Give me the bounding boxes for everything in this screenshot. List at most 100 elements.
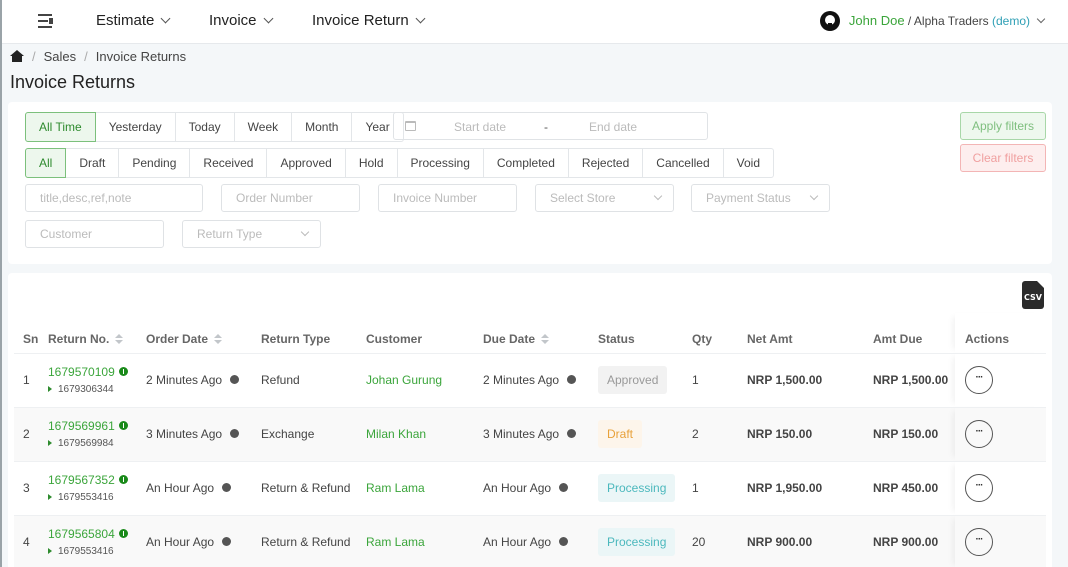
sort-icon[interactable]	[541, 333, 550, 344]
more-actions-button[interactable]: ···	[965, 528, 993, 557]
cell-amt-due: NRP 1,500.00	[873, 352, 955, 407]
info-icon[interactable]	[567, 375, 577, 384]
store-select[interactable]: Select Store	[535, 184, 674, 212]
status-draft[interactable]: Draft	[66, 148, 120, 178]
nav-estimate[interactable]: Estimate	[96, 12, 171, 29]
breadcrumb-separator: /	[84, 49, 88, 64]
status-badge: Processing	[598, 528, 676, 557]
nav-invoice[interactable]: Invoice	[209, 12, 273, 29]
date-range-picker[interactable]: Start date - End date	[393, 112, 708, 140]
status-approved[interactable]: Approved	[267, 148, 346, 178]
info-icon[interactable]	[118, 475, 128, 484]
returns-table-panel: CSV Sn Return No. Order Date Return Type…	[8, 273, 1052, 567]
status-void[interactable]: Void	[723, 148, 775, 178]
customer-link[interactable]: Milan Khan	[366, 427, 426, 441]
status-badge: Processing	[598, 474, 676, 502]
cell-order-date: An Hour Ago	[146, 514, 261, 567]
apply-filters-button[interactable]: Apply filters	[960, 112, 1046, 140]
start-date-input[interactable]: Start date	[454, 120, 506, 134]
status-hold[interactable]: Hold	[345, 148, 398, 178]
payment-status-select[interactable]: Payment Status	[691, 184, 830, 212]
table-row: 3 1679567352 1679553416 An Hour Ago Retu…	[14, 460, 1046, 515]
info-icon[interactable]	[230, 375, 240, 384]
home-icon[interactable]	[10, 50, 24, 62]
cell-return-no: 1679567352 1679553416	[48, 460, 146, 515]
col-qty: Qty	[692, 331, 713, 346]
cell-return-no: 1679565804 1679553416	[48, 514, 146, 567]
more-actions-button[interactable]: ···	[965, 474, 993, 502]
search-input[interactable]: title,desc,ref,note	[25, 184, 203, 212]
cell-return-no: 1679570109 1679306344	[48, 352, 146, 407]
col-return-no[interactable]: Return No.	[48, 313, 146, 353]
info-icon[interactable]	[118, 367, 128, 376]
csv-export-icon[interactable]: CSV	[1022, 281, 1044, 309]
status-received[interactable]: Received	[190, 148, 268, 178]
customer-link[interactable]: Ram Lama	[366, 535, 425, 549]
cell-status: Approved	[598, 352, 692, 407]
time-yesterday[interactable]: Yesterday	[95, 112, 176, 142]
due-date-text: 2 Minutes Ago	[483, 373, 560, 387]
info-icon[interactable]	[118, 529, 128, 539]
more-actions-button[interactable]: ···	[965, 366, 993, 394]
cell-net-amt: NRP 1,950.00	[747, 460, 873, 515]
status-all[interactable]: All	[25, 148, 67, 178]
customer-input[interactable]: Customer	[25, 220, 164, 248]
customer-link[interactable]: Johan Gurung	[366, 373, 442, 387]
sort-icon[interactable]	[115, 333, 124, 344]
cell-sn: 1	[14, 352, 48, 407]
col-due-date[interactable]: Due Date	[483, 313, 598, 353]
invoice-ref[interactable]: 1679553416	[48, 546, 146, 557]
invoice-number-input[interactable]: Invoice Number	[378, 184, 517, 212]
status-completed[interactable]: Completed	[483, 148, 569, 178]
clear-filters-button[interactable]: Clear filters	[960, 144, 1046, 172]
cell-amt-due: NRP 150.00	[873, 406, 955, 461]
return-number-link[interactable]: 1679565804	[48, 527, 115, 541]
order-number-input[interactable]: Order Number	[221, 184, 360, 212]
info-icon[interactable]	[222, 483, 232, 492]
cell-due-date: An Hour Ago	[483, 460, 598, 515]
invoice-ref[interactable]: 1679553416	[48, 492, 146, 503]
time-all-time[interactable]: All Time	[25, 112, 96, 142]
github-icon[interactable]	[819, 11, 840, 31]
return-type-select[interactable]: Return Type	[182, 220, 321, 248]
cell-sn: 3	[14, 460, 48, 515]
sort-icon[interactable]	[214, 333, 223, 344]
status-pending[interactable]: Pending	[119, 148, 191, 178]
invoice-ref-number: 1679553416	[58, 492, 114, 503]
info-icon[interactable]	[222, 537, 232, 547]
user-menu[interactable]: John Doe / Alpha Traders (demo)	[819, 11, 1046, 32]
time-week[interactable]: Week	[234, 112, 293, 142]
chevron-down-icon	[653, 191, 663, 201]
order-date-text: An Hour Ago	[146, 481, 215, 495]
status-group: All Draft Pending Received Approved Hold…	[25, 148, 775, 178]
time-today[interactable]: Today	[175, 112, 235, 142]
caret-right-icon	[48, 386, 52, 392]
nav-invoice-return[interactable]: Invoice Return	[312, 12, 426, 29]
return-number-link[interactable]: 1679567352	[48, 473, 115, 487]
info-icon[interactable]	[559, 537, 569, 547]
status-rejected[interactable]: Rejected	[568, 148, 644, 178]
col-order-date[interactable]: Order Date	[146, 313, 261, 353]
info-icon[interactable]	[230, 429, 240, 438]
cell-sn: 2	[14, 406, 48, 461]
cell-customer: Ram Lama	[366, 460, 483, 515]
user-separator: /	[904, 14, 914, 29]
time-month[interactable]: Month	[292, 112, 353, 142]
end-date-input[interactable]: End date	[589, 120, 637, 134]
cell-qty: 1	[692, 352, 747, 407]
status-processing[interactable]: Processing	[397, 148, 484, 178]
return-number-link[interactable]: 1679569961	[48, 419, 115, 433]
status-cancelled[interactable]: Cancelled	[643, 148, 724, 178]
invoice-ref[interactable]: 1679306344	[48, 384, 146, 395]
invoice-ref[interactable]: 1679569984	[48, 438, 146, 449]
info-icon[interactable]	[559, 483, 569, 492]
customer-link[interactable]: Ram Lama	[366, 481, 425, 495]
chevron-down-icon	[809, 191, 819, 201]
breadcrumb-sales[interactable]: Sales	[44, 49, 77, 64]
return-number-link[interactable]: 1679570109	[48, 365, 115, 379]
info-icon[interactable]	[118, 421, 128, 430]
info-icon[interactable]	[567, 429, 577, 438]
due-date-text: 3 Minutes Ago	[483, 427, 560, 441]
more-actions-button[interactable]: ···	[965, 420, 993, 448]
menu-toggle-icon[interactable]	[38, 14, 54, 28]
